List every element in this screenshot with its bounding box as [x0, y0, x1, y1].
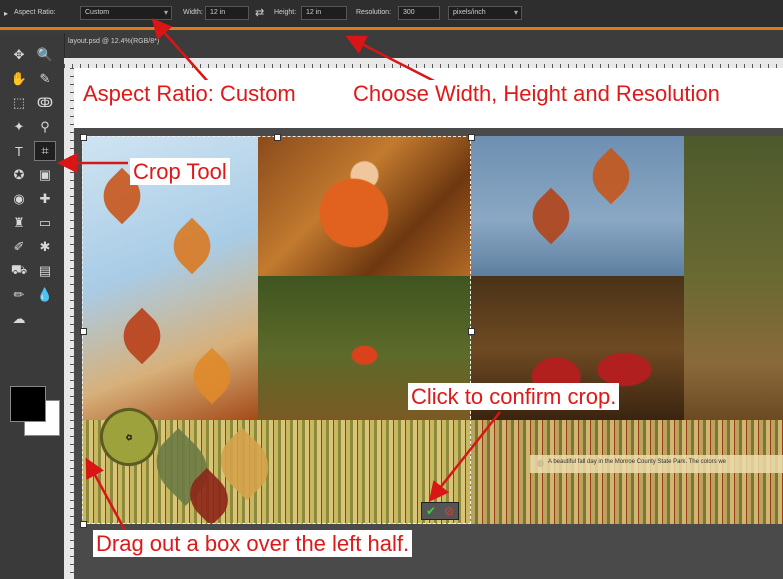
smart-brush-tool-icon[interactable]: ✱	[34, 237, 56, 257]
crop-commit-bar: ✔ ⊘	[421, 502, 459, 520]
checkmark-icon[interactable]: ✔	[426, 504, 436, 518]
move-tool-icon[interactable]: ✥	[8, 45, 30, 65]
brush-tool-icon[interactable]: ✐	[8, 237, 30, 257]
crop-handle-top-right[interactable]	[468, 134, 475, 141]
gradient-tool-icon[interactable]: ▤	[34, 261, 56, 281]
height-value: 12 in	[306, 9, 322, 16]
pencil-tool-icon[interactable]: ✏	[8, 285, 30, 305]
options-menu-icon[interactable]: ▸	[4, 9, 8, 18]
photo-leaves-blue	[471, 136, 684, 276]
quick-selection-tool-icon[interactable]: ⚲	[34, 117, 56, 137]
type-tool-icon[interactable]: T	[8, 141, 30, 161]
hand-tool-icon[interactable]: ✋	[8, 69, 30, 89]
callout-dimensions: Choose Width, Height and Resolution	[350, 80, 723, 107]
zoom-tool-icon[interactable]: 🔍	[34, 45, 56, 65]
red-eye-tool-icon[interactable]: ◉	[8, 189, 30, 209]
magic-wand-tool-icon[interactable]: ✦	[8, 117, 30, 137]
paint-bucket-tool-icon[interactable]: ⛟	[8, 261, 30, 281]
callout-aspect-ratio: Aspect Ratio: Custom	[80, 80, 299, 107]
height-field[interactable]: 12 in	[301, 6, 347, 20]
swap-arrows-icon[interactable]: ⇄	[255, 6, 264, 19]
crop-handle-bottom-left[interactable]	[80, 521, 87, 528]
crop-handle-right[interactable]	[468, 328, 475, 335]
height-label: Height:	[274, 9, 297, 16]
lasso-tool-icon[interactable]: ↂ	[34, 93, 56, 113]
width-label: Width:	[183, 9, 203, 16]
blur-tool-icon[interactable]: 💧	[34, 285, 56, 305]
resolution-field[interactable]: 300	[398, 6, 440, 20]
maple-leaf-icon	[582, 147, 640, 205]
resolution-units-value: pixels/inch	[453, 9, 486, 16]
eyedropper-tool-icon[interactable]: ✎	[34, 69, 56, 89]
aspect-ratio-dropdown[interactable]: Custom	[80, 6, 172, 20]
journal-caption: A beautiful fall day in the Monroe Count…	[530, 455, 783, 473]
crop-handle-top-left[interactable]	[80, 134, 87, 141]
healing-brush-tool-icon[interactable]: ✚	[34, 189, 56, 209]
width-field[interactable]: 12 in	[205, 6, 249, 20]
foreground-color-swatch[interactable]	[10, 386, 46, 422]
callout-crop-tool: Crop Tool	[130, 158, 230, 185]
width-value: 12 in	[210, 9, 226, 16]
crop-handle-left[interactable]	[80, 328, 87, 335]
maple-leaf-icon	[522, 187, 580, 245]
resolution-units-dropdown[interactable]: pixels/inch	[448, 6, 522, 20]
crop-options-bar: ▸ Aspect Ratio: Custom Width: 12 in ⇄ He…	[0, 0, 783, 30]
resolution-label: Resolution:	[356, 9, 392, 16]
callout-confirm-crop: Click to confirm crop.	[408, 383, 620, 410]
resolution-value: 300	[403, 9, 415, 16]
cancel-icon[interactable]: ⊘	[444, 504, 454, 518]
recompose-tool-icon[interactable]: ▣	[34, 165, 56, 185]
sponge-tool-icon[interactable]: ☁	[8, 309, 30, 329]
toolbox: ✥ 🔍 ✋ ✎ ⬚ ↂ ✦ ⚲ T ⌗ ✪ ▣ ◉ ✚ ♜ ▭ ✐ ✱ ⛟ ▤ ✏ 💧 ☁	[0, 33, 65, 579]
clone-stamp-tool-icon[interactable]: ♜	[8, 213, 30, 233]
aspect-ratio-label: Aspect Ratio:	[14, 9, 56, 16]
crop-handle-top[interactable]	[274, 134, 281, 141]
callout-drag-box: Drag out a box over the left half.	[93, 530, 413, 557]
document-tab[interactable]: layout.psd @ 12.4%(RGB/8*)	[64, 36, 264, 50]
aspect-ratio-value: Custom	[85, 9, 110, 16]
crop-marquee[interactable]	[82, 136, 471, 524]
photo-child-jumping	[684, 136, 783, 420]
crop-tool-icon[interactable]: ⌗	[34, 141, 56, 161]
eraser-tool-icon[interactable]: ▭	[34, 213, 56, 233]
marquee-tool-icon[interactable]: ⬚	[8, 93, 30, 113]
custom-shape-tool-icon[interactable]: ✪	[8, 165, 30, 185]
